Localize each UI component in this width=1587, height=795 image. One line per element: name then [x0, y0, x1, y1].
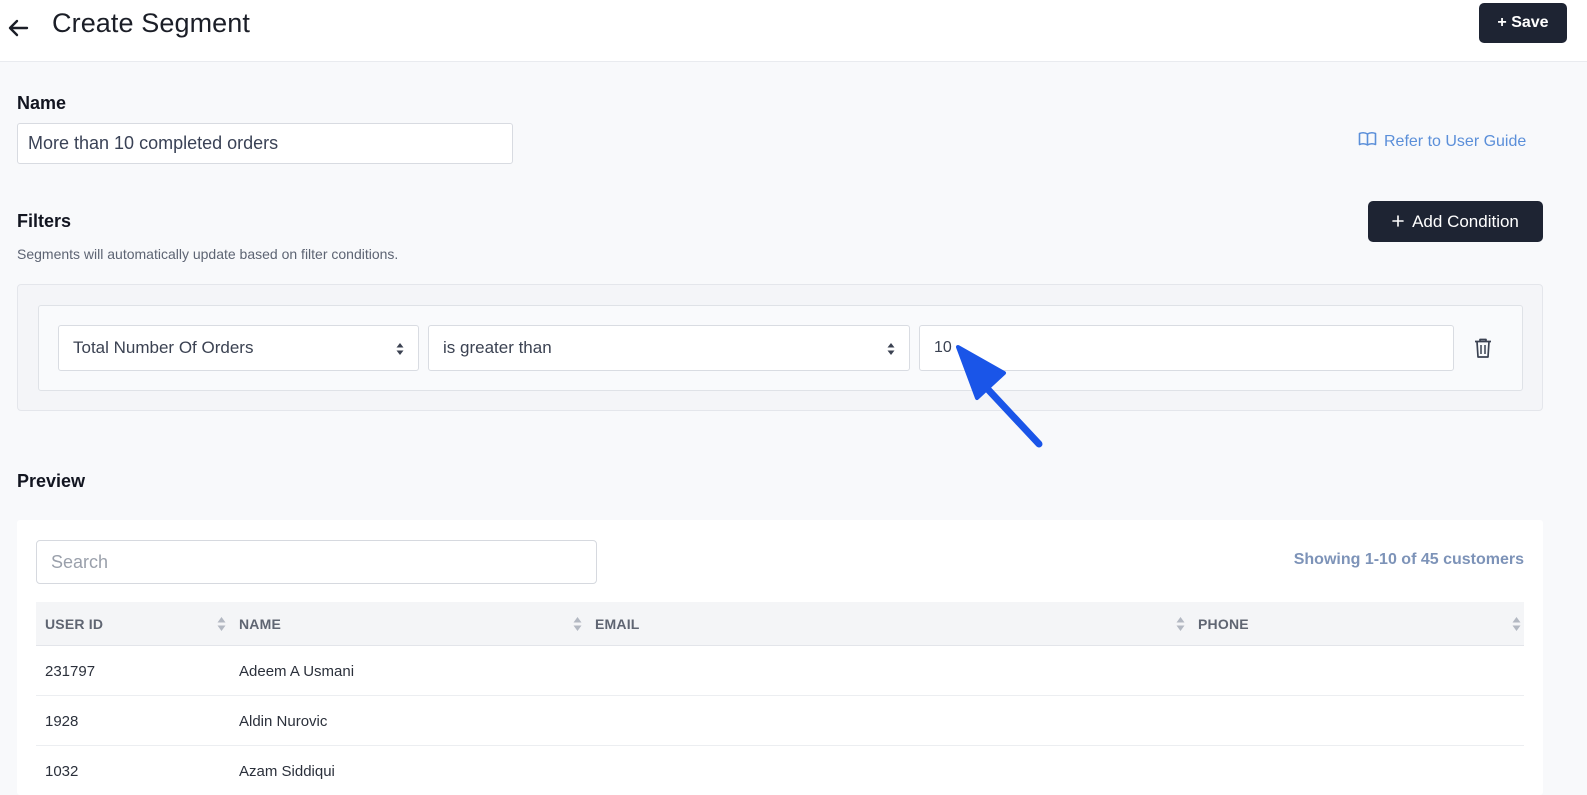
cell-user-id: 1928 [45, 712, 79, 730]
annotation-arrow [950, 338, 1050, 453]
name-label: Name [17, 93, 67, 113]
cell-name: Adeem A Usmani [239, 662, 355, 680]
page-title: Create Segment [52, 8, 251, 38]
field-select[interactable]: Total Number Of Orders [58, 325, 419, 371]
caret-updown-icon [396, 341, 404, 355]
column-header-phone[interactable]: PHONE [1198, 602, 1249, 646]
field-select-value: Total Number Of Orders [73, 338, 254, 357]
filters-label: Filters [17, 211, 72, 231]
segment-name-input[interactable] [17, 123, 513, 164]
preview-label: Preview [17, 471, 86, 491]
user-guide-link[interactable]: Refer to User Guide [1358, 131, 1526, 152]
save-button[interactable]: + Save [1479, 3, 1567, 43]
table-row[interactable]: 1928 Aldin Nurovic [36, 696, 1524, 746]
arrow-left-icon[interactable] [6, 14, 32, 40]
top-bar: Create Segment + Save [0, 0, 1587, 62]
search-input[interactable] [36, 540, 597, 584]
operator-select-value: is greater than [443, 338, 552, 357]
column-header-name[interactable]: NAME [239, 602, 281, 646]
sort-icon[interactable] [1176, 616, 1185, 632]
add-condition-button[interactable]: Add Condition [1368, 201, 1543, 242]
cell-user-id: 231797 [45, 662, 96, 680]
cell-user-id: 1032 [45, 762, 79, 780]
table-row[interactable]: 231797 Adeem A Usmani [36, 646, 1524, 696]
operator-select[interactable]: is greater than [428, 325, 910, 371]
table-row[interactable]: 1032 Azam Siddiqui [36, 746, 1524, 795]
user-guide-link-label: Refer to User Guide [1384, 132, 1527, 150]
plus-icon [1392, 212, 1404, 232]
trash-icon[interactable] [1473, 337, 1493, 359]
filters-description: Segments will automatically update based… [17, 246, 399, 262]
caret-updown-icon [887, 341, 895, 355]
column-header-email[interactable]: EMAIL [595, 602, 640, 646]
sort-icon[interactable] [573, 616, 582, 632]
column-header-user-id[interactable]: USER ID [45, 602, 103, 646]
sort-icon[interactable] [217, 616, 226, 632]
add-condition-label: Add Condition [1412, 211, 1519, 231]
sort-icon[interactable] [1512, 616, 1521, 632]
book-open-icon [1358, 131, 1377, 152]
cell-name: Azam Siddiqui [239, 762, 335, 780]
table-header: USER ID NAME EMAIL PHONE [36, 602, 1524, 646]
cell-name: Aldin Nurovic [239, 712, 328, 730]
results-count: Showing 1-10 of 45 customers [1293, 551, 1524, 568]
